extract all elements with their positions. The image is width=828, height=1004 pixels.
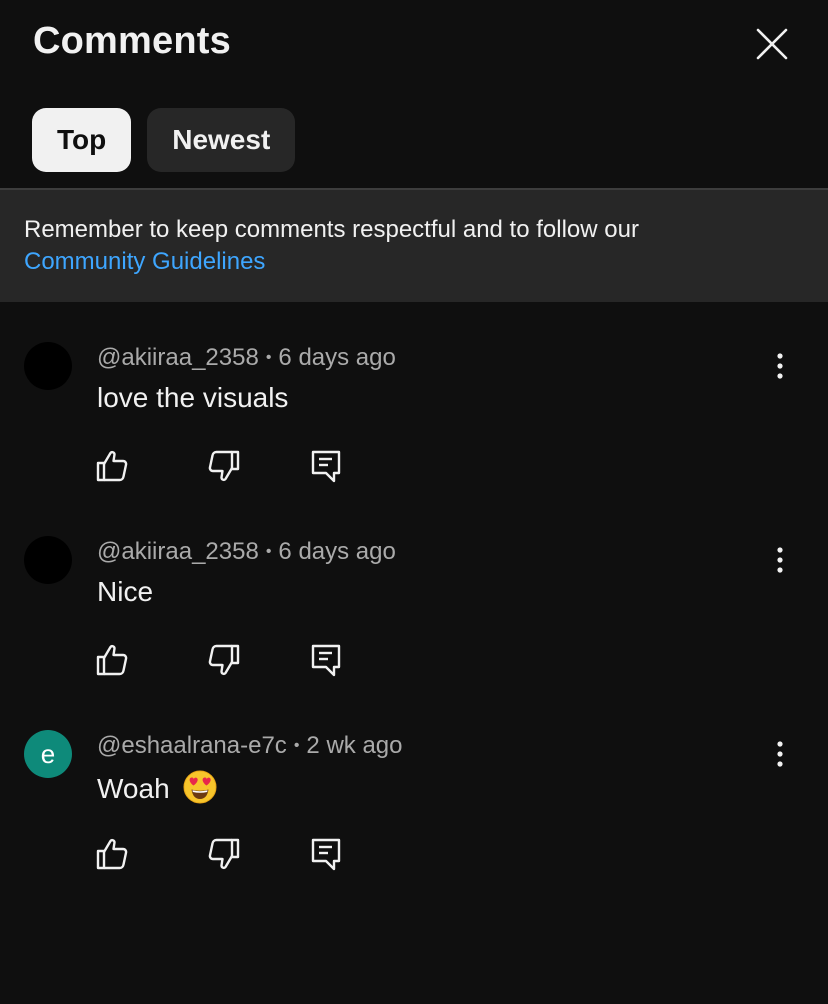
comment-item: @akiiraa_2358 • 6 days ago love the visual…: [0, 342, 828, 536]
comment-text-content: Woah: [97, 773, 170, 804]
thumbs-up-icon: [96, 450, 128, 482]
comment-timestamp: 6 days ago: [278, 344, 396, 371]
comment-author[interactable]: @akiiraa_2358: [97, 344, 259, 371]
community-guidelines-link[interactable]: Community Guidelines: [24, 246, 639, 278]
comment-menu-button[interactable]: [760, 346, 800, 386]
reply-icon: [311, 450, 341, 483]
filter-chip-newest[interactable]: Newest: [147, 108, 296, 172]
comment-item: e @eshaalrana-e7c • 2 wk ago Woah: [0, 730, 828, 924]
meta-separator: •: [293, 737, 300, 754]
like-button[interactable]: [94, 448, 130, 484]
comment-meta: @akiiraa_2358 • 6 days ago: [97, 538, 396, 566]
comment-timestamp: 6 days ago: [278, 538, 396, 565]
comment-author[interactable]: @eshaalrana-e7c: [97, 732, 287, 759]
meta-separator: •: [265, 543, 272, 560]
comment-text: Woah: [97, 770, 217, 805]
more-vertical-icon: [777, 547, 783, 573]
like-button[interactable]: [94, 642, 130, 678]
thumbs-down-icon: [208, 644, 240, 676]
reply-icon: [311, 838, 341, 871]
comment-menu-button[interactable]: [760, 540, 800, 580]
comment-item: @akiiraa_2358 • 6 days ago Nice: [0, 536, 828, 730]
avatar[interactable]: e: [24, 730, 72, 778]
thumbs-down-icon: [208, 450, 240, 482]
page-title: Comments: [33, 20, 231, 62]
comment-meta: @eshaalrana-e7c • 2 wk ago: [97, 732, 402, 760]
more-vertical-icon: [777, 741, 783, 767]
close-button[interactable]: [748, 20, 796, 68]
avatar[interactable]: [24, 342, 72, 390]
reply-button[interactable]: [308, 836, 344, 872]
notice-message: Remember to keep comments respectful and…: [24, 216, 639, 243]
comment-meta: @akiiraa_2358 • 6 days ago: [97, 344, 396, 372]
more-vertical-icon: [777, 353, 783, 379]
sort-filter-chips: Top Newest: [32, 108, 296, 172]
reply-button[interactable]: [308, 448, 344, 484]
close-icon: [756, 28, 788, 60]
thumbs-down-icon: [208, 838, 240, 870]
reply-icon: [311, 644, 341, 677]
comment-text-content: love the visuals: [97, 382, 289, 413]
meta-separator: •: [265, 349, 272, 366]
comment-timestamp: 2 wk ago: [306, 732, 403, 759]
dislike-button[interactable]: [206, 448, 242, 484]
heart-eyes-emoji-icon: [183, 770, 217, 804]
filter-chip-top[interactable]: Top: [32, 108, 132, 172]
thumbs-up-icon: [96, 644, 128, 676]
dislike-button[interactable]: [206, 836, 242, 872]
like-button[interactable]: [94, 836, 130, 872]
reply-button[interactable]: [308, 642, 344, 678]
community-notice: Remember to keep comments respectful and…: [0, 190, 828, 302]
dislike-button[interactable]: [206, 642, 242, 678]
comment-menu-button[interactable]: [760, 734, 800, 774]
comment-text: love the visuals: [97, 382, 288, 414]
comment-text: Nice: [97, 576, 153, 608]
avatar[interactable]: [24, 536, 72, 584]
notice-text-block: Remember to keep comments respectful and…: [24, 214, 639, 278]
thumbs-up-icon: [96, 838, 128, 870]
comment-author[interactable]: @akiiraa_2358: [97, 538, 259, 565]
avatar-letter: e: [40, 738, 56, 769]
comments-header: Comments: [0, 0, 828, 90]
comment-text-content: Nice: [97, 576, 154, 607]
